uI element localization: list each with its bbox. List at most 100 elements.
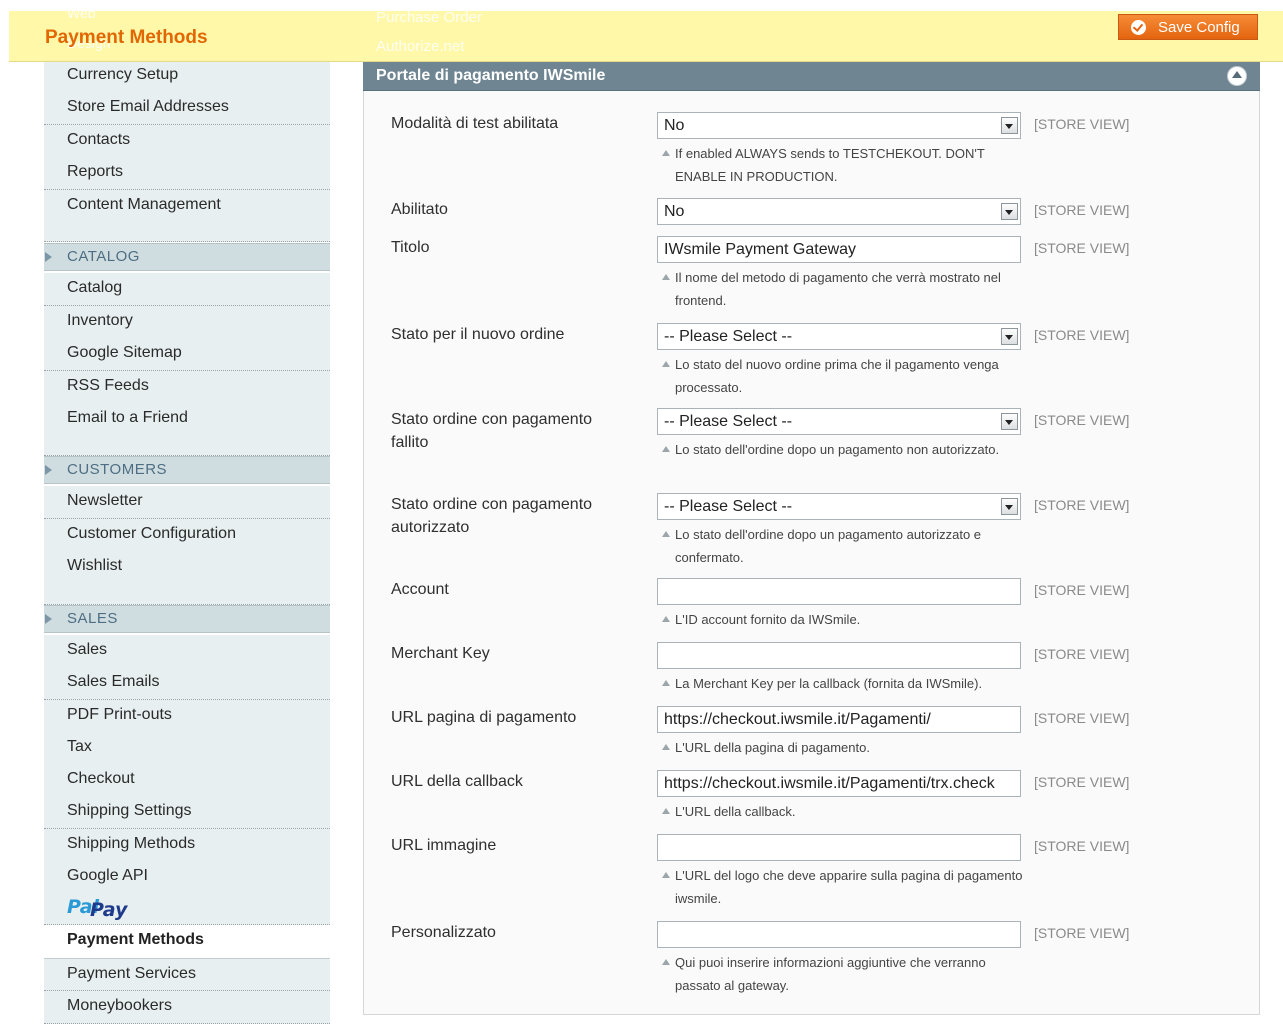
failed-order-status-select[interactable]: -- Please Select -- bbox=[657, 408, 1021, 435]
sidebar-item-shipping-settings[interactable]: Shipping Settings bbox=[44, 796, 330, 829]
sidebar-item-inventory[interactable]: Inventory bbox=[44, 306, 330, 339]
field-label: URL della callback bbox=[391, 773, 523, 790]
image-url-input[interactable] bbox=[657, 834, 1021, 861]
field-note: Il nome del metodo di pagamento che verr… bbox=[660, 266, 1030, 312]
panel-title: Portale di pagamento IWSmile bbox=[376, 67, 606, 84]
config-panel: Modalità di test abilitata No [STORE VIE… bbox=[363, 62, 1260, 1015]
sidebar-item-label: Tax bbox=[67, 738, 92, 755]
field-label: Modalità di test abilitata bbox=[391, 115, 559, 132]
title-input[interactable]: IWsmile Payment Gateway bbox=[657, 236, 1021, 263]
sidebar-item-label: Shipping Methods bbox=[67, 835, 196, 852]
merchant-key-input[interactable] bbox=[657, 642, 1021, 669]
sidebar-item-reports[interactable]: Reports bbox=[44, 157, 330, 190]
field-label: URL immagine bbox=[391, 837, 497, 854]
ghost-tab: Authorize.net bbox=[376, 38, 465, 55]
enabled-select[interactable]: No bbox=[657, 198, 1021, 225]
field-label: Stato per il nuovo ordine bbox=[391, 326, 565, 343]
sidebar-item-label: Google API bbox=[67, 867, 148, 884]
sidebar-item-label: Email to a Friend bbox=[67, 409, 188, 426]
field-note: If enabled ALWAYS sends to TESTCHEKOUT. … bbox=[660, 142, 1030, 188]
sidebar-item-label: Wishlist bbox=[67, 557, 123, 574]
sidebar-section-customers[interactable]: CUSTOMERS bbox=[44, 456, 330, 484]
sidebar-item-google-api[interactable]: Google API bbox=[44, 861, 330, 894]
save-config-button[interactable]: Save Config bbox=[1118, 14, 1258, 40]
sidebar-item-store-email-addresses[interactable]: Store Email Addresses bbox=[44, 92, 330, 125]
sidebar-item-checkout[interactable]: Checkout bbox=[44, 764, 330, 797]
sidebar-item-catalog[interactable]: Catalog bbox=[44, 273, 330, 306]
sidebar-item-label: Inventory bbox=[67, 312, 133, 329]
sidebar-section-catalog[interactable]: CATALOG bbox=[44, 243, 330, 271]
account-input[interactable] bbox=[657, 578, 1021, 605]
sidebar-item-content-management[interactable]: Content Management bbox=[44, 190, 330, 242]
sidebar-item-currency-setup[interactable]: Currency Setup bbox=[44, 60, 330, 93]
scope-label: [STORE VIEW] bbox=[1034, 412, 1130, 428]
sidebar-item-label: Store Email Addresses bbox=[67, 98, 229, 115]
field-note: Lo stato dell'ordine dopo un pagamento a… bbox=[660, 523, 1030, 569]
field-label: Abilitato bbox=[391, 201, 448, 218]
field-note: L'URL della pagina di pagamento. bbox=[660, 736, 1030, 759]
field-label: Stato ordine con pagamento fallito bbox=[391, 411, 593, 451]
button-label: Save Config bbox=[1158, 19, 1240, 36]
field-label: URL pagina di pagamento bbox=[391, 709, 577, 726]
field-label: Stato ordine con pagamento autorizzato bbox=[391, 496, 593, 536]
sidebar-item-label: Payment Methods bbox=[67, 931, 204, 948]
field-label: Titolo bbox=[391, 239, 430, 256]
checkmark-icon bbox=[1131, 20, 1146, 35]
sidebar-item-label: Payment Services bbox=[67, 965, 196, 982]
sidebar-section-sales[interactable]: SALES bbox=[44, 605, 330, 633]
scope-label: [STORE VIEW] bbox=[1034, 582, 1130, 598]
sidebar-item-pdf-print-outs[interactable]: PDF Print-outs bbox=[44, 700, 330, 733]
sidebar-item-label: Currency Setup bbox=[67, 66, 179, 83]
sidebar-item-wishlist[interactable]: Wishlist bbox=[44, 551, 330, 605]
sidebar-item-payment-services[interactable]: Payment Services bbox=[44, 958, 330, 991]
new-order-status-select[interactable]: -- Please Select -- bbox=[657, 323, 1021, 350]
section-title: SALES bbox=[67, 610, 118, 627]
field-note: Lo stato del nuovo ordine prima che il p… bbox=[660, 353, 1030, 399]
sidebar-item-newsletter[interactable]: Newsletter bbox=[44, 486, 330, 519]
page-title: Payment Methods bbox=[45, 27, 208, 48]
sidebar-item-shipping-methods[interactable]: Shipping Methods bbox=[44, 829, 330, 862]
field-note: Lo stato dell'ordine dopo un pagamento n… bbox=[660, 438, 1030, 461]
field-note: Qui puoi inserire informazioni aggiuntiv… bbox=[660, 951, 1030, 997]
section-title: CATALOG bbox=[67, 248, 140, 265]
sidebar-item-email-to-a-friend[interactable]: Email to a Friend bbox=[44, 403, 330, 456]
collapse-icon[interactable] bbox=[1228, 67, 1246, 85]
chevron-down-icon bbox=[1001, 413, 1018, 430]
payment-page-url-input[interactable]: https://checkout.iwsmile.it/Pagamenti/ bbox=[657, 706, 1021, 733]
sidebar-item-label: Sales bbox=[67, 641, 108, 658]
sidebar-item-label: Content Management bbox=[67, 196, 221, 213]
scope-label: [STORE VIEW] bbox=[1034, 646, 1130, 662]
sidebar-item-google-sitemap[interactable]: Google Sitemap bbox=[44, 338, 330, 371]
sidebar-item-label: Moneybookers bbox=[67, 997, 172, 1014]
scope-label: [STORE VIEW] bbox=[1034, 710, 1130, 726]
field-note: L'ID account fornito da IWSmile. bbox=[660, 608, 1030, 631]
sidebar-item-paypal[interactable]: Pay Pal bbox=[44, 893, 330, 925]
sidebar-item-label: Customer Configuration bbox=[67, 525, 236, 542]
sidebar-item-label: RSS Feeds bbox=[67, 377, 149, 394]
field-note: La Merchant Key per la callback (fornita… bbox=[660, 672, 1030, 695]
sidebar-item-tax[interactable]: Tax bbox=[44, 732, 330, 765]
sidebar-item-moneybookers[interactable]: Moneybookers bbox=[44, 991, 330, 1024]
authorized-order-status-select[interactable]: -- Please Select -- bbox=[657, 493, 1021, 520]
sidebar-item-customer-configuration[interactable]: Customer Configuration bbox=[44, 519, 330, 552]
expand-arrow-icon bbox=[45, 614, 52, 624]
field-label: Account bbox=[391, 581, 449, 598]
scope-label: [STORE VIEW] bbox=[1034, 116, 1130, 132]
scope-label: [STORE VIEW] bbox=[1034, 497, 1130, 513]
panel-header[interactable]: Portale di pagamento IWSmile bbox=[363, 62, 1260, 91]
chevron-down-icon bbox=[1001, 203, 1018, 220]
sidebar-item-label: Sales Emails bbox=[67, 673, 160, 690]
test-mode-select[interactable]: No bbox=[657, 112, 1021, 139]
sidebar-item-sales[interactable]: Sales bbox=[44, 635, 330, 668]
chevron-down-icon bbox=[1001, 328, 1018, 345]
sidebar-item-payment-methods[interactable]: Payment Methods bbox=[44, 925, 330, 958]
expand-arrow-icon bbox=[45, 252, 52, 262]
floating-header-bar: Web Design Purchase Order Authorize.net … bbox=[9, 5, 1283, 62]
custom-input[interactable] bbox=[657, 921, 1021, 948]
callback-url-input[interactable]: https://checkout.iwsmile.it/Pagamenti/tr… bbox=[657, 770, 1021, 797]
ghost-label: Web bbox=[67, 5, 96, 21]
sidebar-item-rss-feeds[interactable]: RSS Feeds bbox=[44, 371, 330, 404]
sidebar-item-contacts[interactable]: Contacts bbox=[44, 125, 330, 158]
config-sidebar: Currency Setup Store Email Addresses Con… bbox=[44, 0, 330, 1024]
sidebar-item-sales-emails[interactable]: Sales Emails bbox=[44, 667, 330, 700]
